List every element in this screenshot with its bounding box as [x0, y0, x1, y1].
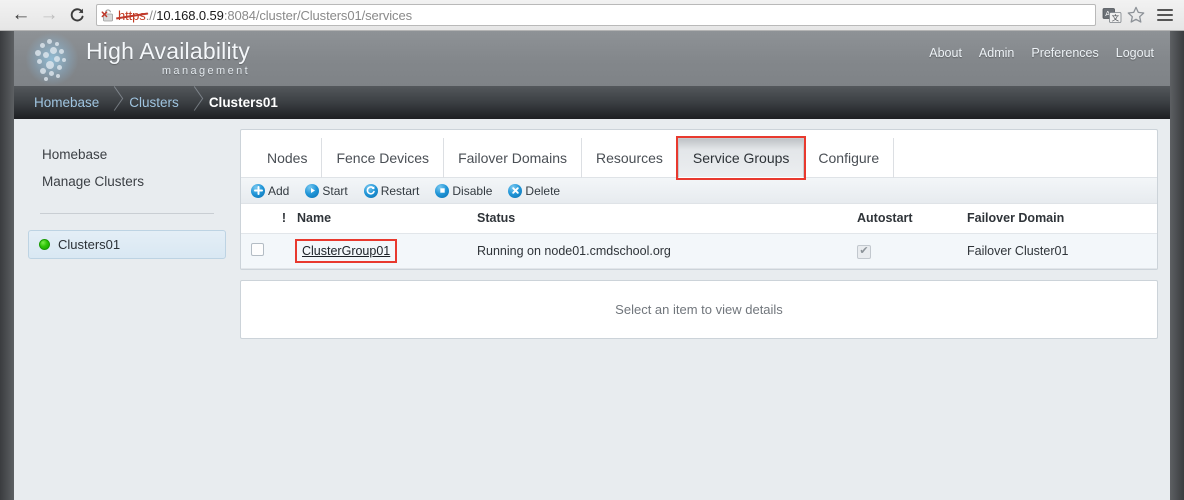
top-nav: About Admin Preferences Logout: [929, 46, 1154, 60]
column-autostart: Autostart: [853, 204, 963, 234]
url-text: https://10.168.0.59:8084/cluster/Cluster…: [118, 8, 412, 23]
tab-service-groups[interactable]: Service Groups: [675, 136, 807, 180]
address-bar[interactable]: https://10.168.0.59:8084/cluster/Cluster…: [96, 4, 1096, 26]
nav-logout[interactable]: Logout: [1116, 46, 1154, 60]
sidebar-item-manage-clusters[interactable]: Manage Clusters: [28, 168, 226, 195]
tab-fence-devices[interactable]: Fence Devices: [322, 138, 445, 178]
tab-nodes[interactable]: Nodes: [253, 138, 323, 178]
column-name: Name: [293, 204, 473, 234]
nav-admin[interactable]: Admin: [979, 46, 1014, 60]
disable-button-label: Disable: [452, 183, 493, 198]
page-title: High Availability: [86, 38, 251, 64]
brand-text: High Availability management: [86, 40, 250, 77]
back-arrow-icon[interactable]: ←: [7, 1, 35, 29]
column-failover-domain: Failover Domain: [963, 204, 1157, 234]
column-alert: !: [275, 204, 293, 234]
hamburger-menu-icon[interactable]: [1153, 5, 1177, 25]
green-status-dot-icon: [39, 239, 50, 250]
column-select: [241, 204, 275, 234]
row-alert-cell: [275, 233, 293, 269]
page-content: High Availability management About Admin…: [14, 31, 1170, 500]
play-circle-icon: [305, 183, 320, 198]
tab-resources[interactable]: Resources: [582, 138, 678, 178]
sidebar-divider: [40, 213, 214, 214]
plus-circle-icon: [251, 183, 265, 198]
breadcrumb-current: Clusters01: [208, 95, 278, 110]
add-button[interactable]: Add: [251, 183, 290, 198]
reload-icon[interactable]: [63, 1, 91, 29]
nav-about[interactable]: About: [929, 46, 962, 60]
star-icon[interactable]: [1125, 5, 1147, 25]
sidebar-item-label: Clusters01: [58, 237, 121, 252]
row-autostart-cell: ✔: [853, 233, 963, 269]
page-frame: High Availability management About Admin…: [0, 31, 1184, 500]
url-separator: ://: [145, 7, 157, 23]
url-host: 10.168.0.59: [156, 7, 224, 23]
table-header-row: ! Name Status Autostart Failover Domain: [241, 204, 1157, 234]
body-area: Homebase Manage Clusters Clusters01 Node…: [14, 119, 1170, 500]
stop-circle-icon: [435, 183, 450, 198]
brand-subtitle: management: [161, 65, 251, 77]
forward-arrow-icon: →: [39, 4, 59, 25]
x-circle-icon: [508, 183, 523, 198]
row-status-cell: Running on node01.cmdschool.org: [473, 233, 853, 269]
details-empty-message: Select an item to view details: [615, 302, 783, 317]
autostart-checkbox-checked-icon: ✔: [857, 244, 871, 259]
app-logo: High Availability management: [26, 32, 250, 85]
sidebar-item-clusters01[interactable]: Clusters01: [28, 230, 226, 259]
breadcrumb-homebase[interactable]: Homebase: [20, 86, 115, 119]
details-panel: Select an item to view details: [240, 280, 1158, 339]
disable-button[interactable]: Disable: [435, 183, 493, 198]
app-masthead: High Availability management About Admin…: [14, 31, 1170, 86]
sidebar: Homebase Manage Clusters Clusters01: [14, 119, 240, 500]
row-failover-domain-cell: Failover Cluster01: [963, 233, 1157, 269]
service-groups-panel: Nodes Fence Devices Failover Domains Res…: [240, 129, 1158, 270]
browser-toolbar: ← → https://10.168.0.59:8084/cluster/Clu…: [0, 0, 1184, 31]
url-scheme-struck: https: [118, 7, 146, 23]
start-button-label: Start: [322, 183, 348, 198]
sidebar-item-homebase[interactable]: Homebase: [28, 141, 226, 168]
service-group-link[interactable]: ClusterGroup01: [298, 242, 394, 260]
table-row[interactable]: ClusterGroup01 Running on node01.cmdscho…: [241, 233, 1157, 269]
breadcrumb: Homebase Clusters Clusters01: [14, 86, 1170, 119]
row-checkbox[interactable]: [251, 243, 264, 256]
delete-button-label: Delete: [525, 183, 561, 198]
add-button-label: Add: [268, 183, 290, 198]
tab-configure[interactable]: Configure: [804, 138, 895, 178]
nav-preferences[interactable]: Preferences: [1031, 46, 1098, 60]
dot-cluster-logo-icon: [26, 32, 78, 85]
broken-lock-icon[interactable]: [101, 8, 115, 23]
service-group-link-wrapper: ClusterGroup01: [294, 239, 398, 263]
browser-actions: A 文: [1102, 5, 1177, 25]
tab-strip: Nodes Fence Devices Failover Domains Res…: [241, 130, 1157, 180]
restart-button-label: Restart: [380, 183, 420, 198]
tab-failover-domains[interactable]: Failover Domains: [444, 138, 582, 178]
url-path: :8084/cluster/Clusters01/services: [223, 7, 412, 23]
refresh-circle-icon: [363, 183, 378, 198]
main-content: Nodes Fence Devices Failover Domains Res…: [240, 119, 1170, 500]
row-select-cell[interactable]: [241, 233, 275, 269]
start-button[interactable]: Start: [305, 183, 348, 198]
delete-button[interactable]: Delete: [508, 183, 561, 198]
translate-icon[interactable]: A 文: [1102, 6, 1123, 25]
service-groups-table: ! Name Status Autostart Failover Domain: [241, 204, 1157, 269]
action-toolbar: Add Start Restart Disable Delete: [241, 178, 1157, 204]
breadcrumb-clusters[interactable]: Clusters: [115, 86, 195, 119]
svg-text:文: 文: [1112, 12, 1120, 22]
restart-button[interactable]: Restart: [363, 183, 420, 198]
row-name-cell: ClusterGroup01: [293, 233, 473, 269]
column-status: Status: [473, 204, 853, 234]
